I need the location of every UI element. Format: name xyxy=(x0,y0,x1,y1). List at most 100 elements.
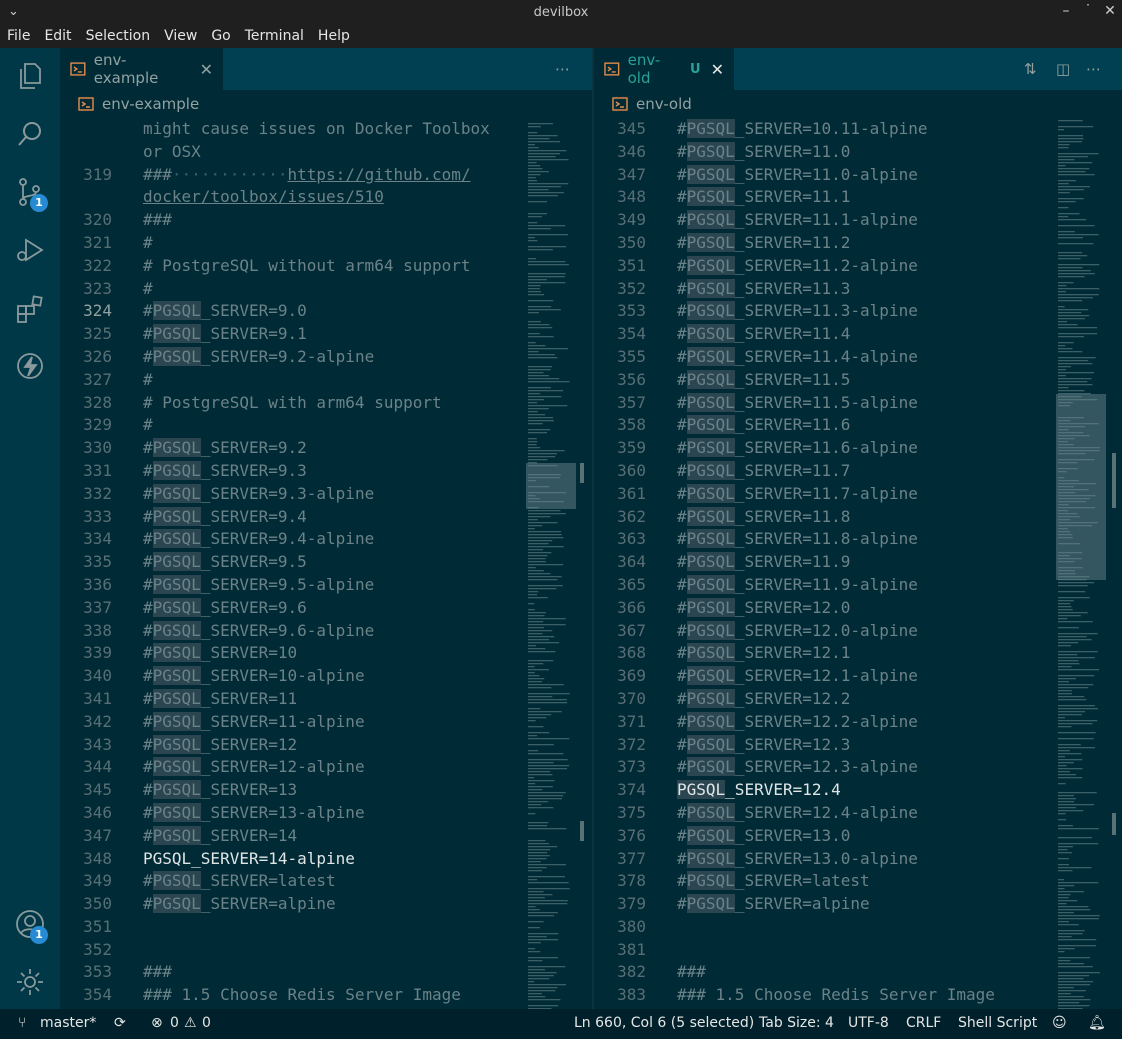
line-number[interactable]: 340 xyxy=(60,665,112,688)
code-line[interactable]: 344 #PGSQL_SERVER=12-alpine xyxy=(60,756,530,779)
breadcrumb-file[interactable]: env-old xyxy=(636,95,692,113)
error-icon[interactable]: ⊗ xyxy=(151,1015,163,1031)
code-line[interactable]: 334 #PGSQL_SERVER=9.4-alpine xyxy=(60,528,530,551)
line-number[interactable]: 373 xyxy=(594,756,646,779)
line-number[interactable]: 338 xyxy=(60,620,112,643)
line-number[interactable]: 374 xyxy=(594,779,646,802)
split-editor-icon[interactable]: ◫ xyxy=(1056,60,1070,78)
code-line[interactable]: 341 #PGSQL_SERVER=11 xyxy=(60,688,530,711)
menu-view[interactable]: View xyxy=(164,26,197,48)
line-number[interactable]: 348 xyxy=(594,186,646,209)
code-line[interactable]: 337 #PGSQL_SERVER=9.6 xyxy=(60,597,530,620)
scrollbar-left[interactable] xyxy=(576,118,590,1009)
line-number[interactable]: 331 xyxy=(60,460,112,483)
line-number[interactable]: 326 xyxy=(60,346,112,369)
code-line[interactable]: 353 ### xyxy=(60,961,530,984)
line-ending[interactable]: CRLF xyxy=(906,1015,941,1031)
url-link[interactable]: https://github.com/ xyxy=(288,165,471,184)
menu-edit[interactable]: Edit xyxy=(44,26,71,48)
close-window-icon[interactable]: ✕ xyxy=(1100,3,1120,19)
code-line[interactable]: 353 #PGSQL_SERVER=11.3-alpine xyxy=(594,300,1064,323)
code-line[interactable]: 323 # xyxy=(60,278,530,301)
line-number[interactable]: 380 xyxy=(594,916,646,939)
line-number[interactable]: 330 xyxy=(60,437,112,460)
line-number[interactable]: 332 xyxy=(60,483,112,506)
line-number[interactable]: 364 xyxy=(594,551,646,574)
code-line[interactable]: 342 #PGSQL_SERVER=11-alpine xyxy=(60,711,530,734)
code-line[interactable]: 357 #PGSQL_SERVER=11.5-alpine xyxy=(594,392,1064,415)
line-number[interactable]: 329 xyxy=(60,414,112,437)
encoding[interactable]: UTF-8 xyxy=(848,1015,889,1031)
tab-env-example[interactable]: env-example ✕ xyxy=(60,48,223,90)
line-number[interactable]: 339 xyxy=(60,642,112,665)
more-actions-icon[interactable]: ⋯ xyxy=(555,60,570,78)
more-actions-icon[interactable]: ⋯ xyxy=(1086,60,1101,78)
line-number[interactable]: 361 xyxy=(594,483,646,506)
line-number[interactable]: 360 xyxy=(594,460,646,483)
code-line[interactable]: 336 #PGSQL_SERVER=9.5-alpine xyxy=(60,574,530,597)
line-number[interactable]: 347 xyxy=(60,825,112,848)
line-number[interactable]: 347 xyxy=(594,164,646,187)
line-number[interactable]: 334 xyxy=(60,528,112,551)
code-line[interactable]: 378 #PGSQL_SERVER=latest xyxy=(594,870,1064,893)
line-number[interactable]: 324 xyxy=(60,300,112,323)
branch-name[interactable]: master* xyxy=(40,1015,96,1031)
line-number[interactable]: 355 xyxy=(594,346,646,369)
line-number[interactable]: 348 xyxy=(60,848,112,871)
code-line[interactable]: 365 #PGSQL_SERVER=11.9-alpine xyxy=(594,574,1064,597)
line-number[interactable]: 378 xyxy=(594,870,646,893)
line-number[interactable]: 327 xyxy=(60,369,112,392)
explorer-icon[interactable] xyxy=(14,60,46,92)
line-number[interactable]: 362 xyxy=(594,506,646,529)
code-line[interactable]: 327 # xyxy=(60,369,530,392)
line-number[interactable]: 322 xyxy=(60,255,112,278)
code-line[interactable]: 380 xyxy=(594,916,1064,939)
line-number[interactable]: 354 xyxy=(594,323,646,346)
code-line[interactable]: 377 #PGSQL_SERVER=13.0-alpine xyxy=(594,848,1064,871)
code-line[interactable]: 346 #PGSQL_SERVER=13-alpine xyxy=(60,802,530,825)
close-tab-icon[interactable]: ✕ xyxy=(200,60,213,79)
code-line[interactable]: 349 #PGSQL_SERVER=latest xyxy=(60,870,530,893)
warning-count[interactable]: 0 xyxy=(202,1015,211,1031)
code-line[interactable]: 340 #PGSQL_SERVER=10-alpine xyxy=(60,665,530,688)
code-line[interactable]: 372 #PGSQL_SERVER=12.3 xyxy=(594,734,1064,757)
code-line[interactable]: 383 ### 1.5 Choose Redis Server Image xyxy=(594,984,1064,1007)
feedback-icon[interactable]: ☺ xyxy=(1052,1015,1067,1031)
code-line[interactable]: 346 #PGSQL_SERVER=11.0 xyxy=(594,141,1064,164)
line-number[interactable]: 345 xyxy=(60,779,112,802)
line-number[interactable]: 336 xyxy=(60,574,112,597)
code-line[interactable]: 360 #PGSQL_SERVER=11.7 xyxy=(594,460,1064,483)
line-number[interactable]: 382 xyxy=(594,961,646,984)
code-line[interactable]: 347 #PGSQL_SERVER=14 xyxy=(60,825,530,848)
code-line[interactable]: 355 #PGSQL_SERVER=11.4-alpine xyxy=(594,346,1064,369)
line-number[interactable]: 353 xyxy=(60,961,112,984)
line-number[interactable]: 337 xyxy=(60,597,112,620)
line-number[interactable]: 325 xyxy=(60,323,112,346)
line-number[interactable]: 366 xyxy=(594,597,646,620)
code-line[interactable]: 319 ###············https://github.com/ xyxy=(60,164,530,187)
line-number[interactable]: 341 xyxy=(60,688,112,711)
code-line[interactable]: 333 #PGSQL_SERVER=9.4 xyxy=(60,506,530,529)
language-mode[interactable]: Shell Script xyxy=(958,1015,1037,1031)
code-line[interactable]: 359 #PGSQL_SERVER=11.6-alpine xyxy=(594,437,1064,460)
menu-terminal[interactable]: Terminal xyxy=(245,26,304,48)
extensions-icon[interactable] xyxy=(14,292,46,324)
open-changes-icon[interactable]: ⇅ xyxy=(1024,60,1037,78)
code-line[interactable]: 373 #PGSQL_SERVER=12.3-alpine xyxy=(594,756,1064,779)
line-number[interactable]: 368 xyxy=(594,642,646,665)
code-line[interactable]: 368 #PGSQL_SERVER=12.1 xyxy=(594,642,1064,665)
code-line[interactable]: 363 #PGSQL_SERVER=11.8-alpine xyxy=(594,528,1064,551)
line-number[interactable]: 376 xyxy=(594,825,646,848)
line-number[interactable]: 320 xyxy=(60,209,112,232)
error-count[interactable]: 0 xyxy=(170,1015,179,1031)
scrollbar-right[interactable] xyxy=(1108,118,1122,1009)
line-number[interactable]: 363 xyxy=(594,528,646,551)
minimap-right[interactable] xyxy=(1056,118,1106,1009)
line-number[interactable]: 328 xyxy=(60,392,112,415)
line-number[interactable]: 350 xyxy=(594,232,646,255)
line-number[interactable]: 346 xyxy=(594,141,646,164)
line-number[interactable]: 353 xyxy=(594,300,646,323)
line-number[interactable]: 372 xyxy=(594,734,646,757)
cursor-position[interactable]: Ln 660, Col 6 (5 selected) xyxy=(574,1015,754,1031)
sync-icon[interactable]: ⟳ xyxy=(114,1015,126,1031)
